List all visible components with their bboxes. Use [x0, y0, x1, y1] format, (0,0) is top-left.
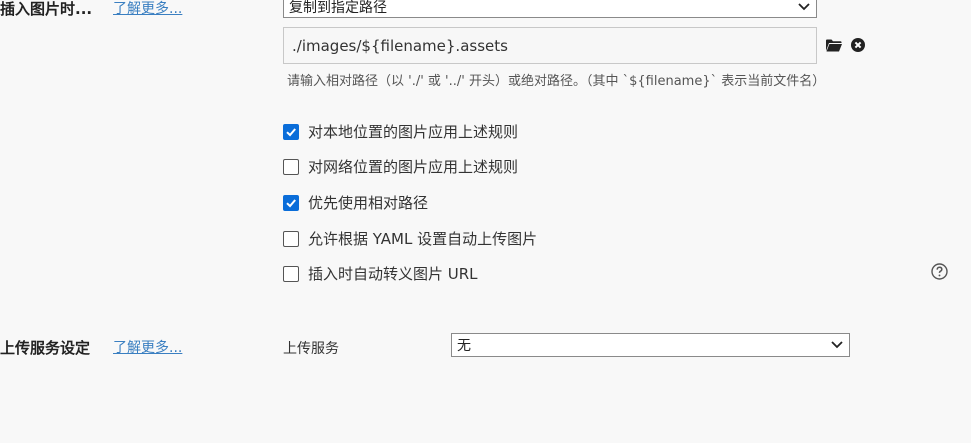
clear-icon[interactable] — [851, 38, 865, 52]
preferences-image-panel: 插入图片时... 了解更多... 复制到指定路径 请输入相对路径（以 './' … — [0, 0, 971, 443]
learn-more-link-image[interactable]: 了解更多... — [113, 0, 182, 18]
section-title-image-insert: 插入图片时... — [0, 0, 93, 18]
help-icon[interactable] — [931, 263, 948, 280]
checkbox-checked[interactable] — [283, 123, 299, 140]
option-label: 优先使用相对路径 — [308, 194, 429, 212]
option-yaml-auto-upload[interactable]: 允许根据 YAML 设置自动上传图片 — [283, 228, 537, 249]
image-insert-action-select[interactable]: 复制到指定路径 — [283, 0, 817, 18]
path-hint-text: 请输入相对路径（以 './' 或 '../' 开头）或绝对路径。（其中 `${f… — [287, 74, 826, 89]
option-label: 对网络位置的图片应用上述规则 — [308, 158, 519, 176]
checkbox-unchecked[interactable] — [283, 265, 299, 282]
option-escape-url[interactable]: 插入时自动转义图片 URL — [283, 263, 478, 284]
select-value: 无 — [457, 338, 471, 354]
upload-service-select[interactable]: 无 — [451, 333, 850, 357]
chevron-down-icon — [798, 3, 810, 11]
folder-icon[interactable] — [826, 39, 842, 52]
section-title-upload: 上传服务设定 — [0, 339, 91, 357]
checkbox-unchecked[interactable] — [283, 230, 299, 247]
option-label: 插入时自动转义图片 URL — [308, 265, 478, 283]
select-value: 复制到指定路径 — [289, 0, 387, 16]
checkbox-unchecked[interactable] — [283, 158, 299, 175]
option-apply-local[interactable]: 对本地位置的图片应用上述规则 — [283, 121, 518, 142]
option-label: 允许根据 YAML 设置自动上传图片 — [308, 230, 538, 248]
chevron-down-icon — [831, 341, 843, 349]
option-apply-network[interactable]: 对网络位置的图片应用上述规则 — [283, 156, 518, 177]
image-path-input[interactable] — [283, 27, 817, 64]
learn-more-link-upload[interactable]: 了解更多... — [113, 337, 182, 357]
option-prefer-relative[interactable]: 优先使用相对路径 — [283, 192, 428, 213]
checkbox-checked[interactable] — [283, 194, 299, 211]
upload-service-label: 上传服务 — [283, 341, 339, 357]
option-label: 对本地位置的图片应用上述规则 — [308, 123, 519, 141]
